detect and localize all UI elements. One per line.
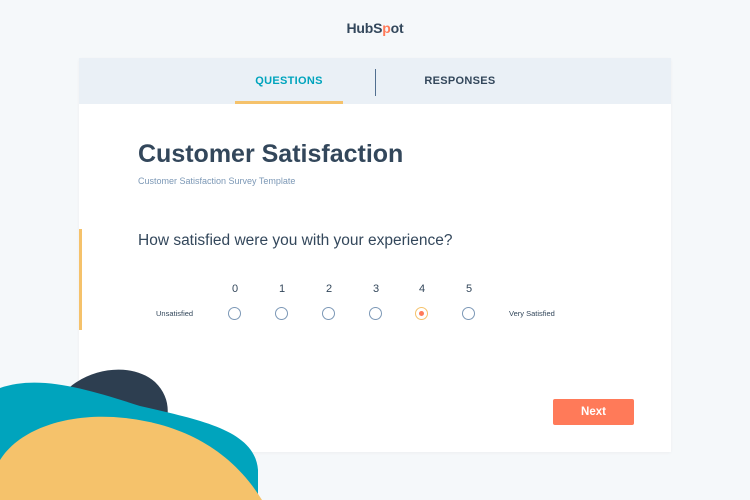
rating-radio-0[interactable] (228, 307, 241, 320)
logo-text-suffix: ot (390, 20, 404, 36)
tab-divider (375, 69, 376, 96)
scale-low-label: Unsatisfied (156, 309, 194, 318)
rating-radio-1[interactable] (275, 307, 288, 320)
logo-sprocket: p (382, 20, 391, 36)
scale-number-0: 0 (231, 283, 239, 295)
question-text: How satisfied were you with your experie… (138, 232, 453, 249)
tab-bar: QUESTIONS RESPONSES (79, 58, 671, 104)
scale-number-5: 5 (465, 283, 473, 295)
logo-text-prefix: HubS (346, 20, 383, 36)
survey-title: Customer Satisfaction (138, 140, 404, 168)
decorative-blobs (0, 369, 262, 500)
rating-radio-5[interactable] (462, 307, 475, 320)
question-accent-bar (79, 229, 82, 330)
scale-number-2: 2 (325, 283, 333, 295)
radio-selected-dot (418, 310, 424, 316)
tab-questions[interactable]: QUESTIONS (235, 58, 343, 104)
survey-subtitle: Customer Satisfaction Survey Template (138, 176, 296, 186)
scale-number-1: 1 (278, 283, 286, 295)
rating-radio-2[interactable] (322, 307, 335, 320)
tab-responses[interactable]: RESPONSES (397, 58, 523, 104)
next-button[interactable]: Next (553, 399, 634, 425)
scale-high-label: Very Satisfied (509, 309, 555, 318)
rating-radio-3[interactable] (369, 307, 382, 320)
rating-radio-4[interactable] (415, 307, 428, 320)
scale-number-3: 3 (372, 283, 380, 295)
hubspot-logo: HubSpot (0, 20, 750, 36)
yellow-blob (0, 416, 262, 500)
scale-number-4: 4 (418, 283, 426, 295)
